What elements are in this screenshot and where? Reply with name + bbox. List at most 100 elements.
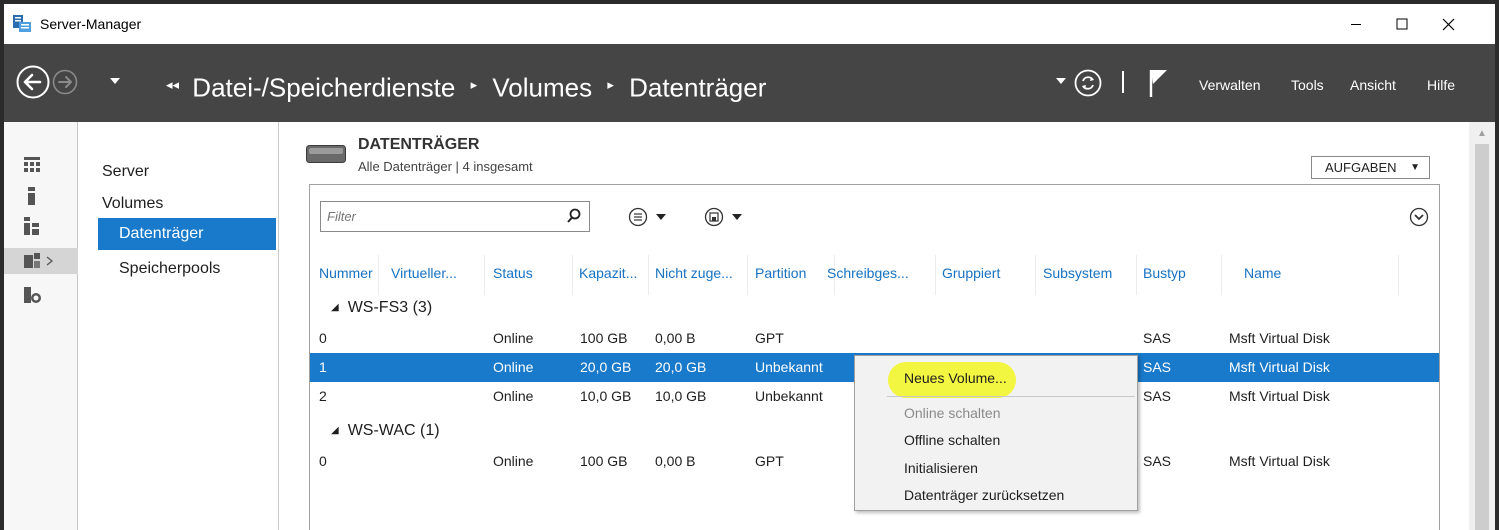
column-header-partition[interactable]: Partition <box>755 265 806 281</box>
rail-item-file-storage[interactable] <box>4 248 78 274</box>
column-header-gruppiert[interactable]: Gruppiert <box>942 265 1000 281</box>
menu-verwalten[interactable]: Verwalten <box>1199 77 1260 93</box>
column-header-bustyp[interactable]: Bustyp <box>1143 265 1186 281</box>
rail-item-remote-access[interactable] <box>4 282 78 308</box>
column-separator <box>747 255 748 295</box>
nav-item-datentraeger[interactable]: Datenträger <box>98 218 276 250</box>
server-manager-icon <box>13 15 31 32</box>
cell-kapazitaet: 100 GB <box>580 453 628 469</box>
menu-item-datentraeger-zuruecksetzen[interactable]: Datenträger zurücksetzen <box>855 482 1137 509</box>
menu-separator <box>887 396 1135 397</box>
minimize-button[interactable] <box>1333 4 1379 44</box>
table-row[interactable]: 0 Online 100 GB 0,00 B GPT SAS Msft Virt… <box>310 324 1439 353</box>
column-header-kapazitaet[interactable]: Kapazit... <box>579 265 637 281</box>
column-header-subsystem[interactable]: Subsystem <box>1043 265 1112 281</box>
forward-arrow-icon[interactable] <box>52 69 78 95</box>
tasks-label: AUFGABEN <box>1325 160 1397 175</box>
breadcrumb-overflow-icon[interactable]: ◂◂ <box>166 77 179 92</box>
disk-icon <box>306 145 346 163</box>
nav-item-server[interactable]: Server <box>98 156 276 188</box>
menu-item-offline-schalten[interactable]: Offline schalten <box>855 427 1137 454</box>
scroll-up-icon[interactable]: ▲ <box>1477 128 1487 139</box>
cell-nicht-zugeordnet: 0,00 B <box>655 330 696 346</box>
rail-item-all-servers[interactable] <box>4 212 78 238</box>
chevron-down-circle-icon[interactable] <box>1409 207 1429 227</box>
column-header-nicht-zugeordnet[interactable]: Nicht zuge... <box>655 265 733 281</box>
column-header-status[interactable]: Status <box>493 265 533 281</box>
maximize-button[interactable] <box>1379 4 1425 44</box>
tasks-dropdown[interactable]: AUFGABEN ▼ <box>1311 156 1430 179</box>
filter-box[interactable] <box>320 201 590 232</box>
cell-kapazitaet: 100 GB <box>580 330 628 346</box>
breadcrumb-item-datentraeger[interactable]: Datenträger <box>629 73 766 103</box>
column-separator <box>1035 255 1036 295</box>
collapse-triangle-icon[interactable]: ◢ <box>331 302 339 313</box>
cell-status: Online <box>493 388 534 404</box>
breadcrumb-item-datei-speicherdienste[interactable]: Datei-/Speicherdienste <box>192 73 455 103</box>
cell-partition: Unbekannt <box>755 359 823 375</box>
group-label: WS-FS3 (3) <box>347 299 433 316</box>
column-header-name[interactable]: Name <box>1244 265 1281 281</box>
navigation-panel: Server Volumes Datenträger Speicherpools <box>78 122 279 530</box>
cell-bustyp: SAS <box>1143 330 1172 346</box>
vertical-scrollbar[interactable]: ▲ <box>1469 122 1495 530</box>
header-divider <box>1122 71 1124 93</box>
menu-item-initialisieren[interactable]: Initialisieren <box>855 455 1137 482</box>
breadcrumb-separator-icon: ▸ <box>607 77 614 93</box>
history-dropdown-icon[interactable] <box>110 78 120 86</box>
list-options-icon[interactable] <box>628 207 676 227</box>
menu-item-neues-volume[interactable]: Neues Volume... <box>855 365 1137 392</box>
menu-ansicht[interactable]: Ansicht <box>1350 77 1396 93</box>
remote-access-icon <box>24 287 41 303</box>
save-icon[interactable] <box>704 207 752 227</box>
column-header-nummer[interactable]: Nummer <box>319 265 373 281</box>
minimize-icon <box>1351 24 1361 25</box>
cell-name: Msft Virtual Disk <box>1229 359 1330 375</box>
menu-tools[interactable]: Tools <box>1291 77 1324 93</box>
search-icon[interactable] <box>567 208 581 223</box>
column-separator <box>648 255 649 295</box>
nav-item-volumes[interactable]: Volumes <box>98 188 276 220</box>
section-title: DATENTRÄGER <box>358 136 480 153</box>
cell-nummer: 0 <box>319 330 327 346</box>
breadcrumb-item-volumes[interactable]: Volumes <box>492 73 592 103</box>
column-separator <box>378 255 379 295</box>
section-subtitle: Alle Datenträger | 4 insgesamt <box>358 159 533 174</box>
filter-input[interactable] <box>321 202 561 231</box>
column-header-virtueller[interactable]: Virtueller... <box>391 265 457 281</box>
cell-status: Online <box>493 453 534 469</box>
maximize-icon <box>1396 18 1408 30</box>
back-arrow-icon[interactable] <box>16 65 50 99</box>
role-icon-rail <box>4 122 78 530</box>
group-label: WS-WAC (1) <box>347 422 440 439</box>
refresh-dropdown-icon[interactable] <box>1056 78 1066 86</box>
collapse-triangle-icon[interactable]: ◢ <box>331 425 339 436</box>
column-separator <box>1221 255 1222 295</box>
column-header-schreibgeschuetzt[interactable]: Schreibges... <box>827 265 909 281</box>
cell-kapazitaet: 10,0 GB <box>580 388 632 404</box>
close-button[interactable] <box>1425 4 1471 44</box>
title-bar: Server-Manager <box>4 4 1495 44</box>
column-separator <box>484 255 485 295</box>
group-header[interactable]: ◢ WS-WAC (1) <box>331 422 440 440</box>
cell-nicht-zugeordnet: 0,00 B <box>655 453 696 469</box>
cell-nicht-zugeordnet: 10,0 GB <box>655 388 707 404</box>
server-manager-window: Server-Manager ◂◂ Datei-/Speicherdienste… <box>4 4 1495 530</box>
cell-name: Msft Virtual Disk <box>1229 388 1330 404</box>
rail-item-local-server[interactable] <box>4 182 78 208</box>
menu-hilfe[interactable]: Hilfe <box>1427 77 1455 93</box>
column-separator <box>572 255 573 295</box>
cell-partition: Unbekannt <box>755 388 823 404</box>
nav-item-speicherpools[interactable]: Speicherpools <box>98 253 276 285</box>
group-header[interactable]: ◢ WS-FS3 (3) <box>331 299 432 317</box>
cell-nicht-zugeordnet: 20,0 GB <box>655 359 707 375</box>
cell-nummer: 2 <box>319 388 327 404</box>
rail-item-dashboard[interactable] <box>4 152 78 178</box>
cell-status: Online <box>493 330 534 346</box>
dashboard-icon <box>24 157 40 172</box>
flag-icon[interactable] <box>1148 68 1170 98</box>
refresh-icon[interactable] <box>1074 69 1102 97</box>
close-icon <box>1442 18 1454 30</box>
chevron-down-icon: ▼ <box>1410 162 1420 173</box>
scrollbar-thumb[interactable] <box>1475 144 1489 530</box>
